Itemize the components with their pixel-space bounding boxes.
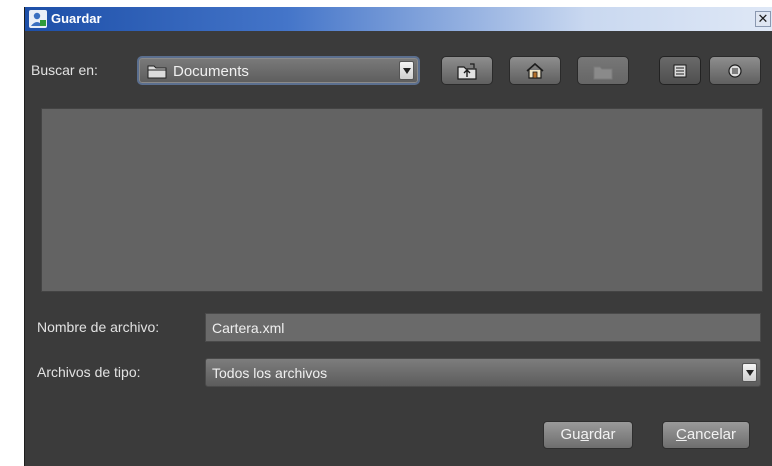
lookin-combobox[interactable]: Documents <box>137 56 420 85</box>
filetype-dropdown-arrow[interactable] <box>742 363 757 382</box>
details-view-icon <box>728 63 742 78</box>
user-icon <box>29 10 47 28</box>
new-folder-icon <box>593 66 613 79</box>
home-button[interactable] <box>509 56 561 85</box>
new-folder-button[interactable] <box>577 56 629 85</box>
folder-icon <box>147 65 167 79</box>
lookin-dropdown-arrow[interactable] <box>399 61 414 80</box>
lookin-label: Buscar en: <box>31 62 98 78</box>
chevron-down-icon <box>745 369 754 376</box>
title-bar[interactable]: Guardar ✕ <box>25 7 772 31</box>
close-button[interactable]: ✕ <box>755 11 771 27</box>
list-view-button[interactable] <box>659 56 701 85</box>
filetype-label: Archivos de tipo: <box>37 364 141 380</box>
cancel-label-mnemonic: C <box>675 426 687 443</box>
up-folder-icon <box>457 62 477 80</box>
save-label-pre: Gu <box>560 426 581 443</box>
save-dialog: Guardar ✕ Buscar en: Documents Nombre de… <box>24 7 772 466</box>
save-label-post: rdar <box>588 426 616 443</box>
up-folder-button[interactable] <box>441 56 493 85</box>
filetype-value: Todos los archivos <box>212 365 328 381</box>
save-label-mnemonic: a <box>580 426 589 443</box>
filetype-combobox[interactable]: Todos los archivos <box>205 358 761 387</box>
file-list[interactable] <box>41 108 763 292</box>
filename-label: Nombre de archivo: <box>37 319 160 335</box>
details-view-button[interactable] <box>709 56 761 85</box>
list-view-icon <box>673 64 687 77</box>
chevron-down-icon <box>402 67 411 74</box>
lookin-value: Documents <box>173 63 249 80</box>
filename-field[interactable]: Cartera.xml <box>205 313 761 342</box>
cancel-button[interactable]: Cancelar <box>662 421 750 449</box>
save-button[interactable]: Guardar <box>543 421 633 449</box>
dialog-title: Guardar <box>51 11 102 26</box>
home-icon <box>526 62 544 79</box>
cancel-label-post: ancelar <box>686 426 737 443</box>
